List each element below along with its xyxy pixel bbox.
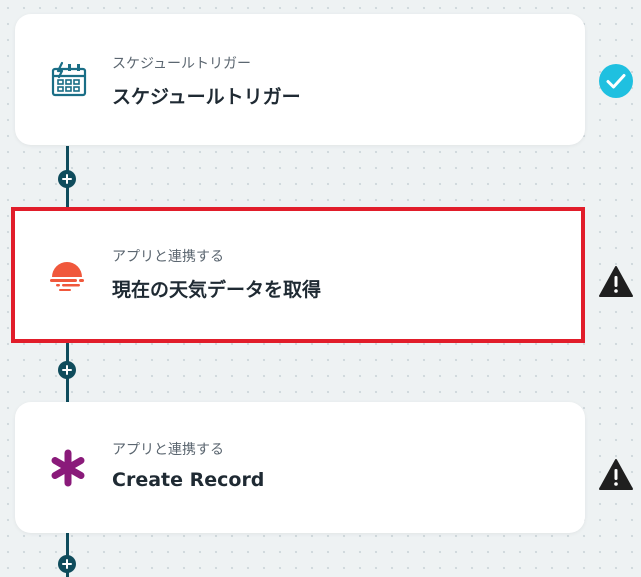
calendar-bolt-icon bbox=[49, 60, 89, 100]
add-step-button[interactable] bbox=[58, 361, 76, 379]
sunset-weather-icon bbox=[47, 255, 87, 295]
step-title: 現在の天気データを取得 bbox=[112, 279, 322, 301]
step-title: スケジュールトリガー bbox=[112, 86, 301, 108]
step-subtitle: スケジュールトリガー bbox=[112, 56, 252, 72]
add-step-button[interactable] bbox=[58, 555, 76, 573]
check-circle-icon bbox=[597, 62, 635, 100]
step-card-create-record[interactable]: アプリと連携する Create Record bbox=[15, 402, 585, 533]
step-card-schedule-trigger[interactable]: スケジュールトリガー スケジュールトリガー bbox=[15, 14, 585, 145]
add-step-button[interactable] bbox=[58, 170, 76, 188]
warning-icon bbox=[597, 263, 635, 301]
step-title: Create Record bbox=[112, 469, 265, 491]
plus-icon bbox=[62, 365, 72, 375]
plus-icon bbox=[62, 559, 72, 569]
warning-icon bbox=[597, 456, 635, 494]
plus-icon bbox=[62, 174, 72, 184]
step-subtitle: アプリと連携する bbox=[112, 249, 224, 265]
step-subtitle: アプリと連携する bbox=[112, 442, 224, 458]
asterisk-icon bbox=[48, 448, 88, 488]
step-card-get-weather[interactable]: アプリと連携する 現在の天気データを取得 bbox=[11, 207, 585, 343]
